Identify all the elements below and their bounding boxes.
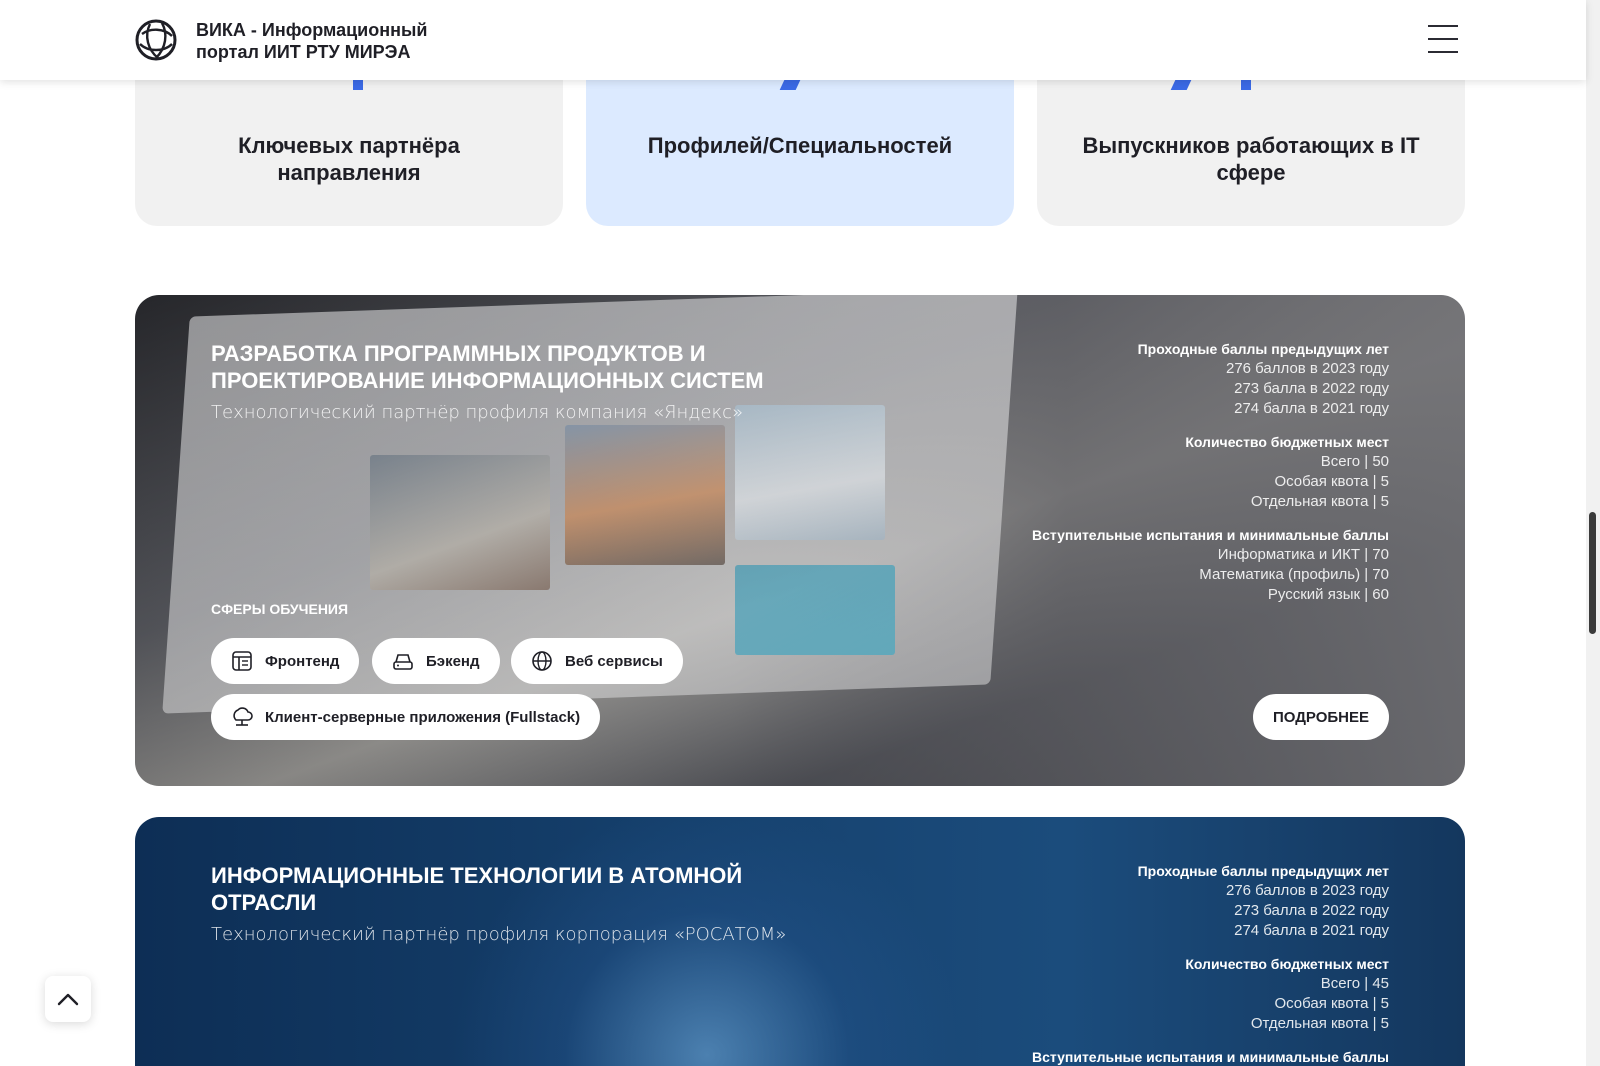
spheres-heading: СФЕРЫ ОБУЧЕНИЯ xyxy=(211,601,349,617)
chevron-up-icon xyxy=(57,993,79,1006)
score-item: 274 балла в 2021 году xyxy=(1234,400,1389,417)
program-card-atomic-it: Информационные технологии в атомной отра… xyxy=(135,817,1465,1066)
stat-label: Профилей/Специальностей xyxy=(647,133,953,158)
sphere-label: Клиент-серверные приложения (Fullstack) xyxy=(265,708,581,726)
stat-number-fragment xyxy=(1241,80,1251,90)
scroll-to-top-button[interactable] xyxy=(45,976,91,1022)
sphere-label: Веб сервисы xyxy=(565,652,663,670)
score-item: 273 балла в 2022 году xyxy=(1234,902,1389,919)
stat-card-partners: Ключевых партнёра направления xyxy=(135,60,563,226)
globe-network-icon[interactable] xyxy=(134,18,178,62)
program-info: Проходные баллы предыдущих лет 276 балло… xyxy=(1032,339,1389,618)
score-item: 274 балла в 2021 году xyxy=(1234,922,1389,939)
hamburger-menu-icon[interactable] xyxy=(1428,25,1458,55)
budget-item: Особая квота | 5 xyxy=(1274,473,1389,490)
program-info: Проходные баллы предыдущих лет 276 балло… xyxy=(1032,861,1389,1066)
stat-label: Выпускников работающих в IT сфере xyxy=(1082,133,1420,185)
background-image-thumbnail xyxy=(735,405,885,540)
exam-item: Информатика и ИКТ | 70 xyxy=(1217,546,1389,563)
sphere-label: Бэкенд xyxy=(426,652,480,670)
server-icon xyxy=(393,654,413,670)
stat-number-fragment xyxy=(779,80,801,90)
budget-heading: Количество бюджетных мест xyxy=(1185,434,1389,450)
program-title: Информационные технологии в атомной отра… xyxy=(211,863,743,915)
exam-item: Математика (профиль) | 70 xyxy=(1199,566,1389,583)
scores-heading: Проходные баллы предыдущих лет xyxy=(1137,863,1389,879)
brand-title[interactable]: ВИКА - Информационный портал ИИТ РТУ МИР… xyxy=(196,19,427,63)
exam-item: Русский язык | 60 xyxy=(1267,586,1389,603)
brand-line-1: ВИКА - Информационный xyxy=(196,20,428,40)
page-scrollbar-thumb[interactable] xyxy=(1589,512,1596,634)
site-header: ВИКА - Информационный портал ИИТ РТУ МИР… xyxy=(0,0,1586,80)
score-item: 276 баллов в 2023 году xyxy=(1225,882,1389,899)
globe-icon xyxy=(532,651,552,671)
stat-card-graduates: Выпускников работающих в IT сфере xyxy=(1037,60,1465,226)
budget-item: Всего | 45 xyxy=(1320,975,1389,992)
stat-card-profiles: Профилей/Специальностей xyxy=(586,60,1014,226)
program-partner: Технологический партнёр профиля компания… xyxy=(211,402,744,423)
stat-number-fragment xyxy=(1170,80,1192,90)
scores-heading: Проходные баллы предыдущих лет xyxy=(1137,341,1389,357)
more-button[interactable]: Подробнее xyxy=(1252,694,1389,740)
sphere-chip-backend[interactable]: Бэкенд xyxy=(372,638,500,684)
program-partner: Технологический партнёр профиля корпорац… xyxy=(211,924,787,945)
client-server-icon xyxy=(233,707,253,726)
exams-heading: Вступительные испытания и минимальные ба… xyxy=(1032,527,1389,543)
program-card-software-development: Разработка программных продуктов и проек… xyxy=(135,295,1465,786)
program-title: Разработка программных продуктов и проек… xyxy=(211,341,764,393)
sphere-label: Фронтенд xyxy=(265,652,340,670)
layout-icon xyxy=(232,651,252,671)
stat-number-fragment xyxy=(353,80,363,90)
budget-item: Отдельная квота | 5 xyxy=(1250,1015,1389,1032)
stat-label: Ключевых партнёра направления xyxy=(238,133,460,185)
sphere-chip-frontend[interactable]: Фронтенд xyxy=(211,638,360,684)
background-image-thumbnail xyxy=(370,455,550,590)
background-image-thumbnail xyxy=(565,425,725,565)
exams-heading: Вступительные испытания и минимальные ба… xyxy=(1032,1049,1389,1065)
score-item: 273 балла в 2022 году xyxy=(1234,380,1389,397)
budget-heading: Количество бюджетных мест xyxy=(1185,956,1389,972)
budget-item: Всего | 50 xyxy=(1320,453,1389,470)
budget-item: Особая квота | 5 xyxy=(1274,995,1389,1012)
sphere-chip-fullstack[interactable]: Клиент-серверные приложения (Fullstack) xyxy=(211,694,601,740)
background-image-thumbnail xyxy=(735,565,895,655)
budget-item: Отдельная квота | 5 xyxy=(1250,493,1389,510)
score-item: 276 баллов в 2023 году xyxy=(1225,360,1389,377)
brand-line-2: портал ИИТ РТУ МИРЭА xyxy=(196,42,411,62)
sphere-chip-web-services[interactable]: Веб сервисы xyxy=(511,638,683,684)
